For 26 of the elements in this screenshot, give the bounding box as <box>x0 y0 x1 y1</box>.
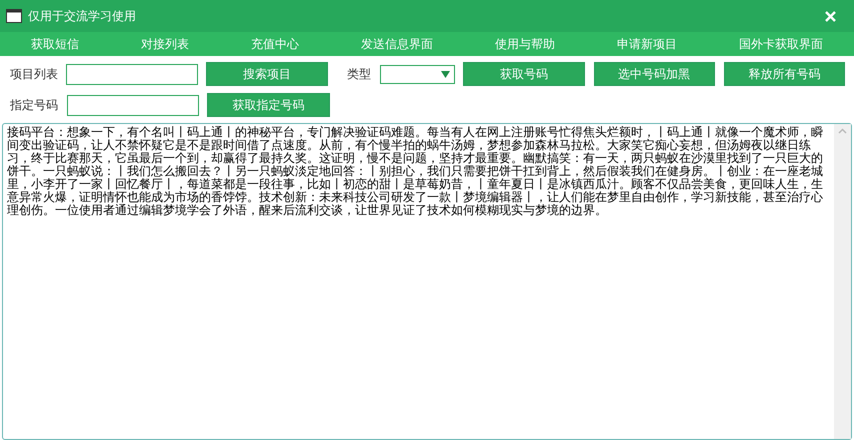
action-button[interactable]: 释放所有号码 <box>724 62 845 86</box>
field-label: 指定号码 <box>10 96 59 114</box>
menu-item[interactable]: 充值中心 <box>245 34 305 54</box>
field-label: 类型 <box>346 66 372 82</box>
scroll-up-icon[interactable] <box>838 128 847 134</box>
menu-item[interactable]: 对接列表 <box>135 34 195 54</box>
get-number-button[interactable]: 获取指定号码 <box>207 93 330 117</box>
menu-item[interactable]: 申请新项目 <box>611 34 683 54</box>
action-button[interactable]: 选中号码加黑 <box>594 62 715 86</box>
action-button[interactable]: 获取号码 <box>463 62 585 86</box>
project-field[interactable] <box>66 64 198 84</box>
type-select[interactable] <box>380 64 456 84</box>
search-button[interactable]: 搜索项目 <box>206 62 328 86</box>
menu-item[interactable]: 发送信息界面 <box>355 34 439 54</box>
window-icon <box>6 9 22 23</box>
scrollbar[interactable] <box>834 124 851 439</box>
number-field[interactable] <box>67 94 199 116</box>
window-title: 仅用于交流学习使用 <box>28 8 137 24</box>
log-area[interactable] <box>2 123 852 440</box>
menu-item[interactable]: 获取短信 <box>25 34 85 54</box>
dropdown-icon <box>441 70 450 78</box>
log-text: 接码平台：想象一下，有个名叫丨码上通丨的神秘平台，专门解决验证码难题。每当有人在网上注册账号忙得焦头烂额时，丨码上通丨就像一个魔术师，瞬间变出验证码，让人不禁怀疑它是不是跟时间借了点速度。从前，有个慢半拍的蜗牛汤姆，梦想参加森林马拉松。大家笑它痴心妄想，但汤姆夜以继日练习，终于比赛那天，它虽最后一个到，却赢得了最持久奖。这证明，慢不是问题，坚持才最重要。幽默搞笑：有一天，两只蚂蚁在沙漠里找到了一只巨大的饼干。一只蚂蚁说：丨我们怎么搬回去？丨另一只蚂蚁淡定地回答：丨别担心，我们只需要把饼干扛到背上，然后假装我们在健身房。丨创业：在一座老城里，小李开了一家丨回忆餐厅丨，每道菜都是一段往事，比如丨初恋的甜丨是草莓奶昔，丨童年夏日丨是冰镇西瓜汁。顾客不仅品尝美食，更回味人生，生意异常火爆，证明情怀也能成为市场的香饽饽。技术创新：未来科技公司研发了一款丨梦境编辑器丨，让人们能在梦里自由创作，学习新技能，甚至治疗心理创伤。一位使用者通过编辑梦境学会了外语，醒来后流利交谈，让世界见证了技术如何模糊现实与梦境的边界。 <box>6 124 824 219</box>
close-icon[interactable] <box>825 10 836 22</box>
menu-item[interactable]: 国外卡获取界面 <box>733 34 829 54</box>
field-label: 项目列表 <box>10 66 59 82</box>
menu-item[interactable]: 使用与帮助 <box>489 34 561 54</box>
